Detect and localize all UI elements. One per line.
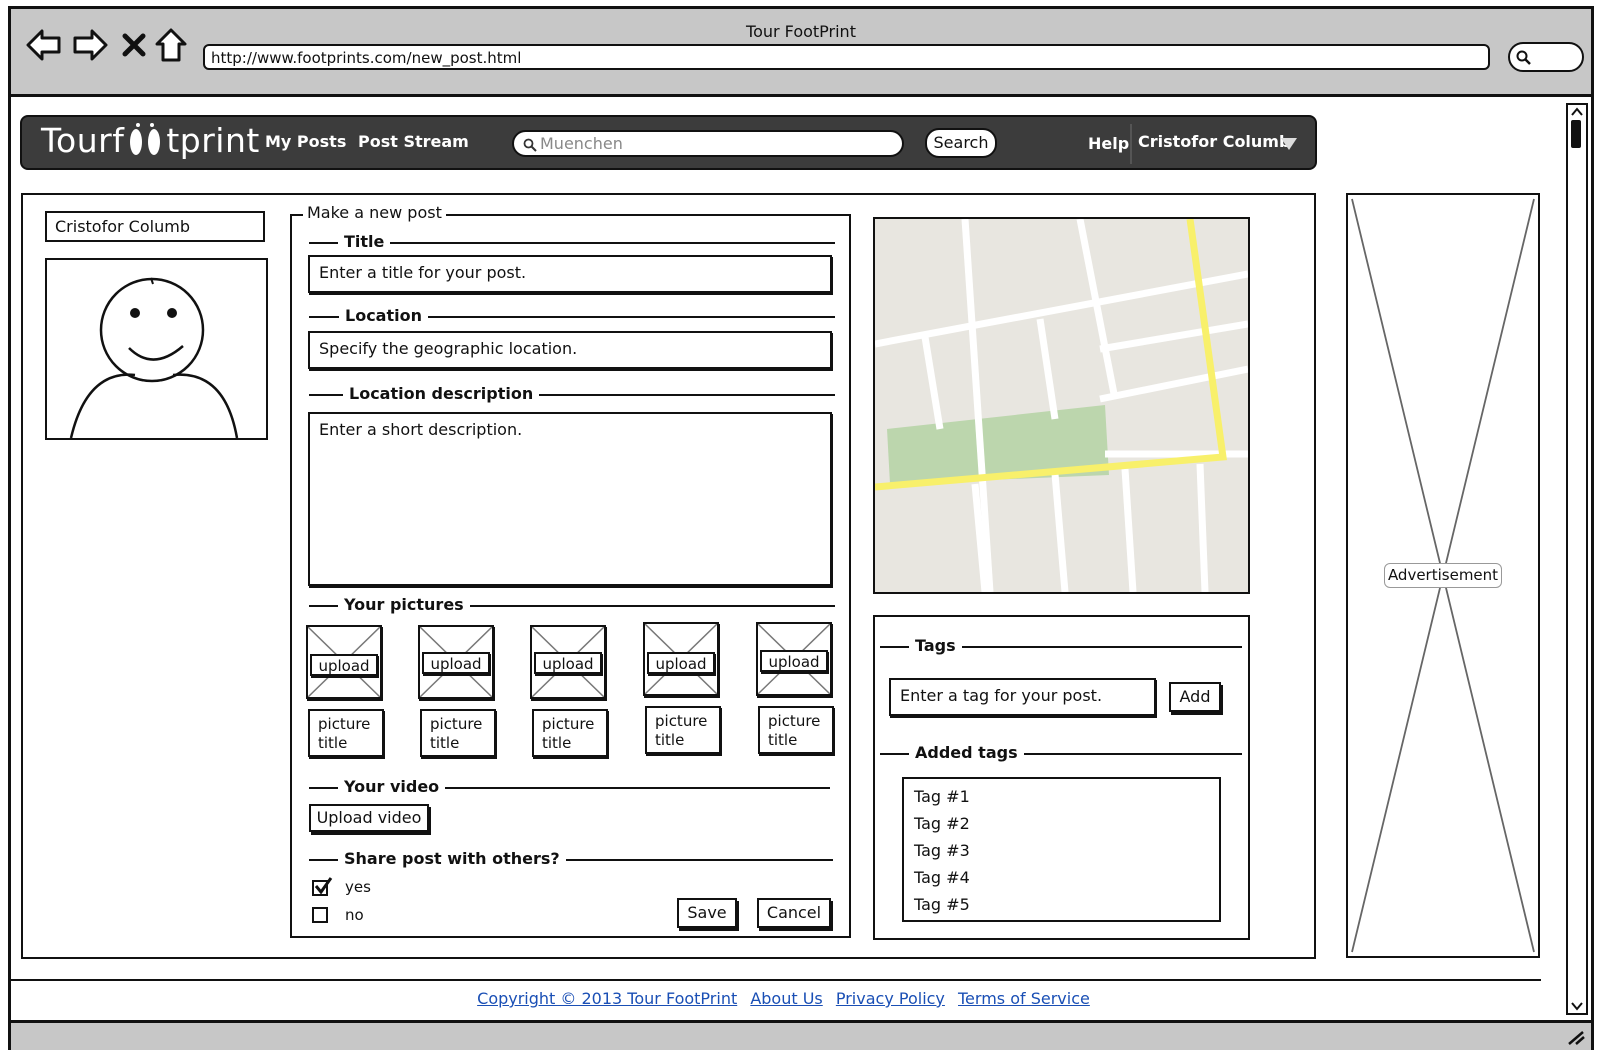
- share-label: Share post with others?: [338, 849, 566, 868]
- share-yes-checkbox[interactable]: [312, 877, 333, 896]
- title-input[interactable]: Enter a title for your post.: [308, 255, 832, 293]
- user-menu[interactable]: Cristofor Columb: [1130, 124, 1313, 164]
- picture-title-field[interactable]: picture title: [532, 709, 608, 757]
- upload-picture-button[interactable]: upload: [310, 654, 378, 676]
- logo-text-right: tprint: [166, 121, 260, 160]
- profile-name: Cristofor Columb: [45, 211, 265, 242]
- added-tags-label: Added tags: [909, 743, 1024, 762]
- user-avatar-icon: [69, 277, 239, 438]
- vertical-scrollbar[interactable]: [1566, 103, 1588, 1015]
- tag-input[interactable]: Enter a tag for your post.: [889, 678, 1156, 716]
- location-label: Location: [339, 306, 428, 325]
- nav-help[interactable]: Help: [1088, 134, 1129, 153]
- share-no-label: no: [345, 906, 364, 924]
- app-navbar: Tourf tprint My Posts Post Stream Muenche…: [20, 115, 1317, 170]
- footer: Copyright © 2013 Tour FootPrint About Us…: [11, 989, 1556, 1008]
- picture-title-field[interactable]: picture title: [420, 709, 496, 757]
- browser-status-bar: [11, 1020, 1591, 1050]
- added-tags-list[interactable]: Tag #1 Tag #2 Tag #3 Tag #4 Tag #5: [902, 777, 1221, 922]
- advertisement-label: Advertisement: [1384, 563, 1502, 588]
- footprints-icon: [130, 123, 161, 155]
- scroll-down-icon[interactable]: [1570, 1001, 1584, 1011]
- footer-divider: [11, 979, 1541, 981]
- tag-item[interactable]: Tag #4: [914, 864, 1209, 891]
- nav-search-input[interactable]: Muenchen: [512, 130, 904, 157]
- upload-picture-button[interactable]: upload: [760, 650, 828, 672]
- app-logo[interactable]: Tourf tprint: [41, 121, 260, 160]
- upload-video-button[interactable]: Upload video: [309, 804, 429, 832]
- nav-my-posts[interactable]: My Posts: [265, 132, 346, 151]
- save-button[interactable]: Save: [677, 898, 737, 928]
- tag-item[interactable]: Tag #3: [914, 837, 1209, 864]
- resize-grip-icon[interactable]: [1565, 1029, 1585, 1045]
- scroll-up-icon[interactable]: [1570, 107, 1584, 117]
- footer-terms-link[interactable]: Terms of Service: [958, 989, 1090, 1008]
- user-menu-label: Cristofor Columb: [1138, 132, 1291, 151]
- upload-picture-button[interactable]: upload: [422, 652, 490, 674]
- upload-picture-button[interactable]: upload: [534, 652, 602, 674]
- scrollbar-thumb[interactable]: [1571, 120, 1581, 148]
- search-icon: [1516, 50, 1531, 65]
- description-label: Location description: [343, 384, 540, 403]
- picture-title-field[interactable]: picture title: [308, 709, 384, 757]
- add-tag-button[interactable]: Add: [1169, 682, 1221, 712]
- location-input[interactable]: Specify the geographic location.: [308, 331, 832, 369]
- window-title: Tour FootPrint: [746, 22, 856, 41]
- title-label: Title: [338, 232, 391, 251]
- avatar: [45, 258, 268, 440]
- map-canvas: [875, 219, 1248, 592]
- share-no-checkbox[interactable]: [312, 907, 328, 923]
- nav-post-stream[interactable]: Post Stream: [358, 132, 469, 151]
- browser-search-field[interactable]: [1508, 42, 1584, 72]
- tag-item[interactable]: Tag #5: [914, 891, 1209, 918]
- cancel-button[interactable]: Cancel: [757, 898, 831, 928]
- home-icon[interactable]: [151, 26, 191, 64]
- back-icon[interactable]: [24, 26, 64, 64]
- url-field[interactable]: http://www.footprints.com/new_post.html: [203, 44, 1490, 70]
- tags-label: Tags: [909, 636, 962, 655]
- share-yes-label: yes: [345, 878, 371, 896]
- stop-icon[interactable]: [114, 26, 154, 64]
- tag-item[interactable]: Tag #2: [914, 810, 1209, 837]
- checkmark-icon: [314, 877, 333, 895]
- forward-icon[interactable]: [70, 26, 110, 64]
- chevron-down-icon: [1281, 138, 1297, 150]
- upload-picture-button[interactable]: upload: [647, 652, 715, 674]
- pictures-label: Your pictures: [338, 595, 470, 614]
- nav-search-button[interactable]: Search: [925, 128, 997, 158]
- tag-item[interactable]: Tag #1: [914, 783, 1209, 810]
- logo-text-left: Tourf: [41, 121, 125, 160]
- description-textarea[interactable]: Enter a short description.: [308, 412, 832, 586]
- picture-title-field[interactable]: picture title: [645, 706, 721, 754]
- footer-copyright-link[interactable]: Copyright © 2013 Tour FootPrint: [477, 989, 737, 1008]
- video-label: Your video: [338, 777, 446, 796]
- search-icon: [523, 138, 537, 152]
- footer-privacy-link[interactable]: Privacy Policy: [836, 989, 945, 1008]
- picture-title-field[interactable]: picture title: [758, 706, 834, 754]
- footer-about-link[interactable]: About Us: [750, 989, 822, 1008]
- location-map[interactable]: [873, 217, 1250, 594]
- form-legend: Make a new post: [303, 203, 446, 222]
